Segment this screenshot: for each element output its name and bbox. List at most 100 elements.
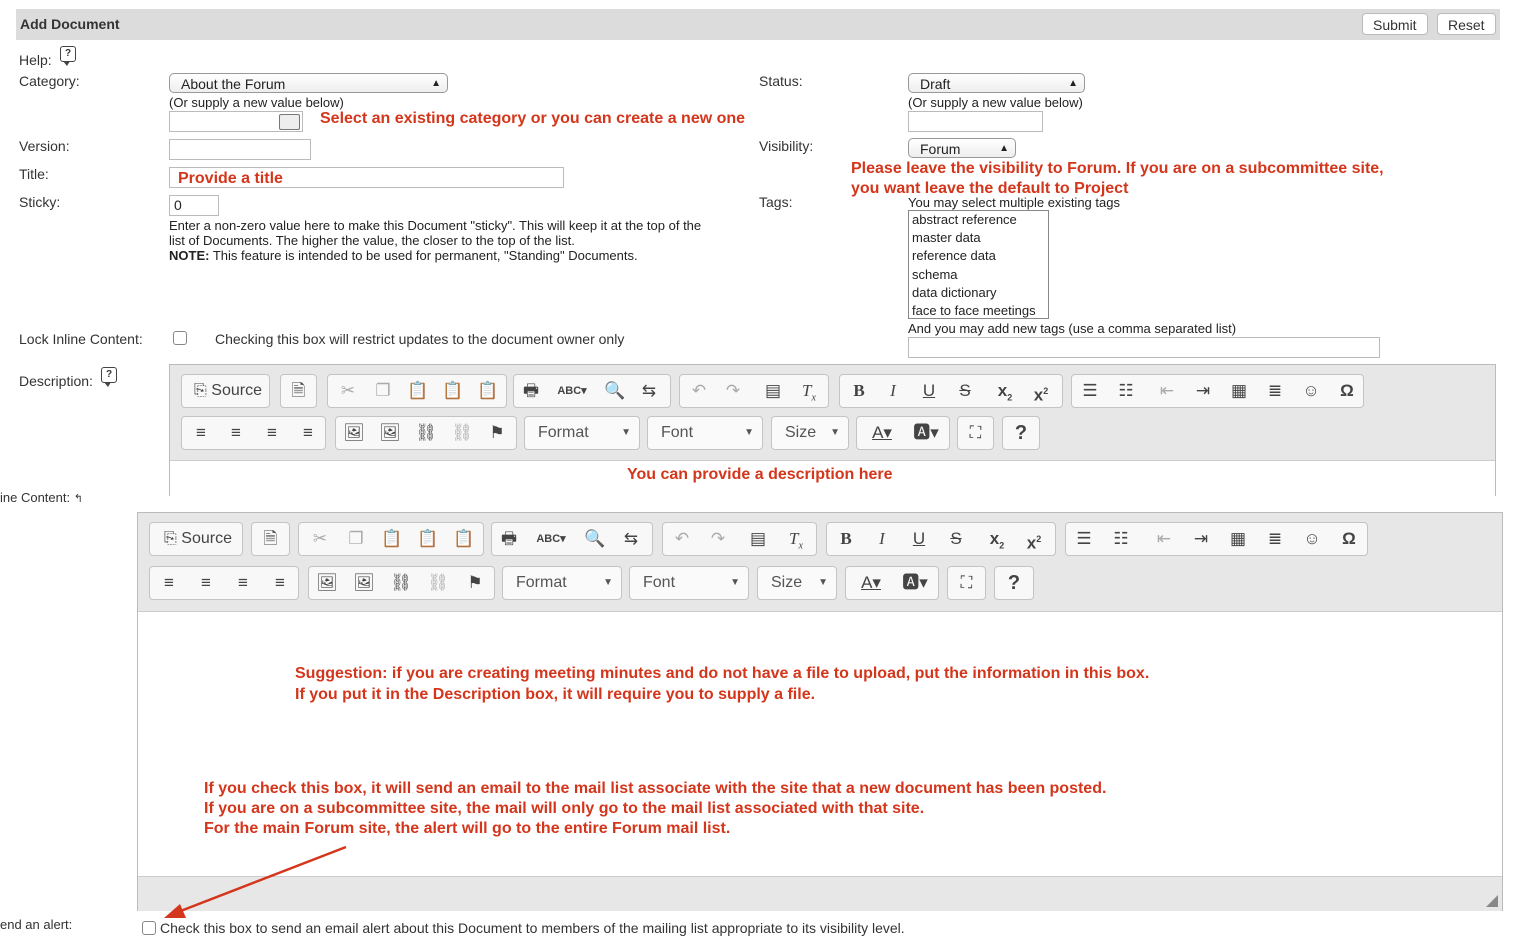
find-icon[interactable]: 🔍 — [600, 375, 630, 407]
paste-word-icon[interactable]: 📋 — [449, 523, 479, 555]
smiley-icon[interactable]: ☺ — [1297, 523, 1327, 555]
version-input[interactable] — [169, 139, 311, 160]
unlink-icon[interactable]: ⛓ — [447, 417, 477, 449]
category-select[interactable]: About the Forum ▲ — [169, 73, 448, 93]
cut-icon[interactable]: ✂ — [305, 523, 335, 555]
sticky-input[interactable]: 0 — [169, 195, 219, 216]
size-combo[interactable]: Size ▼ — [757, 566, 837, 600]
copy-icon[interactable]: ❐ — [368, 375, 398, 407]
contact-card-icon[interactable] — [279, 114, 300, 130]
lock-inline-checkbox[interactable] — [173, 331, 187, 345]
source-button[interactable]: ⎘ Source — [158, 523, 238, 555]
underline-icon[interactable]: U — [914, 375, 944, 407]
italic-icon[interactable]: I — [867, 523, 897, 555]
align-left-icon[interactable]: ≡ — [154, 567, 184, 599]
paste-text-icon[interactable]: 📋 — [438, 375, 468, 407]
cut-icon[interactable]: ✂ — [333, 375, 363, 407]
italic-icon[interactable]: I — [878, 375, 908, 407]
smiley-icon[interactable]: ☺ — [1296, 375, 1326, 407]
horizontal-rule-icon[interactable]: ≣ — [1260, 375, 1290, 407]
tag-option[interactable]: abstract reference — [909, 211, 1048, 229]
align-right-icon[interactable]: ≡ — [257, 417, 287, 449]
spellcheck-icon[interactable]: ABC▾ — [530, 523, 572, 555]
align-right-icon[interactable]: ≡ — [228, 567, 258, 599]
paste-text-icon[interactable]: 📋 — [413, 523, 443, 555]
image-icon[interactable]: 🖼 — [339, 417, 369, 449]
align-center-icon[interactable]: ≡ — [191, 567, 221, 599]
help-icon[interactable]: ? — [101, 367, 117, 387]
outdent-icon[interactable]: ⇤ — [1152, 375, 1182, 407]
format-painter-icon[interactable]: ▤ — [758, 375, 788, 407]
special-char-icon[interactable]: Ω — [1334, 523, 1364, 555]
paste-word-icon[interactable]: 📋 — [473, 375, 503, 407]
new-page-icon[interactable]: 🗎 — [252, 523, 289, 555]
justify-icon[interactable]: ≡ — [293, 417, 323, 449]
image2-icon[interactable]: 🖼 — [375, 417, 405, 449]
print-icon[interactable]: 🖶 — [516, 375, 546, 407]
superscript-icon[interactable]: x2 — [1019, 523, 1049, 555]
new-page-icon[interactable]: 🗎 — [281, 375, 316, 407]
bold-icon[interactable]: B — [831, 523, 861, 555]
source-button[interactable]: ⎘ Source — [190, 375, 266, 407]
justify-icon[interactable]: ≡ — [265, 567, 295, 599]
text-color-icon[interactable]: A▾ — [861, 417, 903, 449]
size-combo[interactable]: Size ▼ — [771, 416, 849, 450]
table-icon[interactable]: ▦ — [1223, 523, 1253, 555]
font-combo[interactable]: Font ▼ — [647, 416, 763, 450]
unlink-icon[interactable]: ⛓ — [423, 567, 453, 599]
remove-format-icon[interactable]: Tx — [794, 375, 824, 407]
text-color-icon[interactable]: A▾ — [850, 567, 892, 599]
send-alert-checkbox[interactable] — [142, 921, 156, 935]
align-left-icon[interactable]: ≡ — [186, 417, 216, 449]
help-icon[interactable]: ? — [60, 46, 76, 66]
special-char-icon[interactable]: Ω — [1332, 375, 1362, 407]
font-combo[interactable]: Font ▼ — [629, 566, 749, 600]
bg-color-icon[interactable]: 🅰▾ — [894, 567, 936, 599]
spellcheck-icon[interactable]: ABC▾ — [552, 375, 592, 407]
reset-button[interactable]: Reset — [1437, 13, 1496, 35]
image2-icon[interactable]: 🖼 — [349, 567, 379, 599]
strike-icon[interactable]: S — [950, 375, 980, 407]
format-painter-icon[interactable]: ▤ — [743, 523, 773, 555]
outdent-icon[interactable]: ⇤ — [1149, 523, 1179, 555]
copy-icon[interactable]: ❐ — [341, 523, 371, 555]
new-tags-input[interactable] — [908, 337, 1380, 358]
visibility-select[interactable]: Forum ▲ — [908, 138, 1016, 158]
link-icon[interactable]: ⛓ — [386, 567, 416, 599]
subscript-icon[interactable]: x2 — [990, 375, 1020, 407]
tag-option[interactable]: schema — [909, 266, 1048, 284]
print-icon[interactable]: 🖶 — [494, 523, 524, 555]
subscript-icon[interactable]: x2 — [982, 523, 1012, 555]
help-question-icon[interactable]: ? — [1003, 417, 1039, 449]
undo-icon[interactable]: ↶ — [684, 375, 714, 407]
image-icon[interactable]: 🖼 — [312, 567, 342, 599]
numbered-list-icon[interactable]: ☰ — [1075, 375, 1105, 407]
bulleted-list-icon[interactable]: ☷ — [1111, 375, 1141, 407]
table-icon[interactable]: ▦ — [1224, 375, 1254, 407]
tag-option[interactable]: face to face meetings — [909, 302, 1048, 320]
anchor-flag-icon[interactable]: ⚑ — [482, 417, 512, 449]
tag-option[interactable]: data dictionary — [909, 284, 1048, 302]
strike-icon[interactable]: S — [941, 523, 971, 555]
underline-icon[interactable]: U — [904, 523, 934, 555]
submit-button[interactable]: Submit — [1362, 13, 1428, 35]
status-select[interactable]: Draft ▲ — [908, 73, 1085, 93]
resize-grip-icon[interactable] — [1486, 895, 1498, 907]
indent-icon[interactable]: ⇥ — [1188, 375, 1218, 407]
align-center-icon[interactable]: ≡ — [221, 417, 251, 449]
horizontal-rule-icon[interactable]: ≣ — [1260, 523, 1290, 555]
paste-icon[interactable]: 📋 — [403, 375, 433, 407]
find-icon[interactable]: 🔍 — [580, 523, 610, 555]
superscript-icon[interactable]: x2 — [1026, 375, 1056, 407]
anchor-flag-icon[interactable]: ⚑ — [460, 567, 490, 599]
redo-icon[interactable]: ↷ — [703, 523, 733, 555]
bulleted-list-icon[interactable]: ☷ — [1106, 523, 1136, 555]
undo-icon[interactable]: ↶ — [667, 523, 697, 555]
maximize-icon[interactable]: ⛶ — [948, 567, 985, 599]
bold-icon[interactable]: B — [844, 375, 874, 407]
help-question-icon[interactable]: ? — [995, 567, 1033, 599]
format-combo[interactable]: Format ▼ — [502, 566, 622, 600]
format-combo[interactable]: Format ▼ — [524, 416, 640, 450]
replace-icon[interactable]: ⇆ — [634, 375, 664, 407]
paste-icon[interactable]: 📋 — [377, 523, 407, 555]
